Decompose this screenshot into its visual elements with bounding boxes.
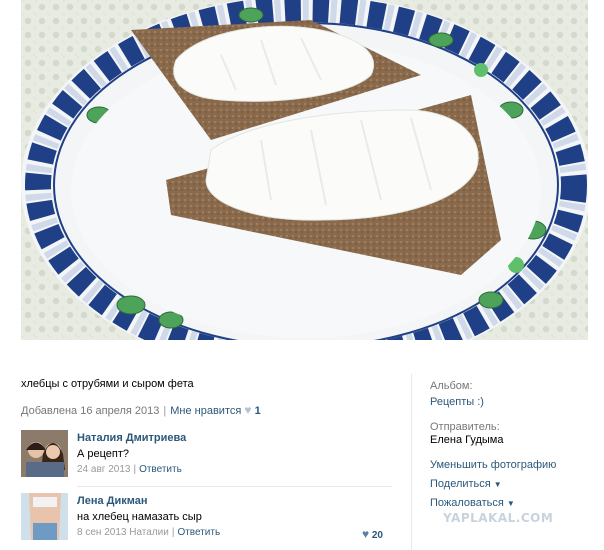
comment-divider: [77, 486, 392, 487]
comment-meta: 8 сен 2013 Наталии | Ответить: [77, 527, 220, 538]
comment: Лена Дикман на хлебец намазать сыр 8 сен…: [21, 493, 391, 543]
photo[interactable]: [21, 0, 588, 340]
avatar-image: [21, 430, 68, 477]
meta-separator: |: [133, 464, 137, 475]
report-menu[interactable]: Пожаловаться ▼: [430, 497, 515, 509]
album-label: Альбом:: [430, 380, 473, 392]
comment-text: А рецепт?: [77, 448, 130, 460]
photo-area: [0, 0, 604, 352]
chevron-down-icon: ▼: [493, 480, 502, 489]
reply-button[interactable]: Ответить: [139, 464, 182, 475]
avatar[interactable]: [21, 430, 68, 477]
comment-like-count: 20: [371, 530, 383, 541]
album-link[interactable]: Рецепты :): [430, 396, 484, 408]
photo-caption: хлебцы с отрубями и сыром фета: [21, 378, 194, 390]
sender-label: Отправитель:: [430, 421, 500, 433]
shrink-photo-link[interactable]: Уменьшить фотографию: [430, 459, 556, 471]
comment-date: 24 авг 2013: [77, 464, 131, 475]
added-date: Добавлена 16 апреля 2013: [21, 405, 160, 417]
sender-name: Елена Гудыма: [430, 434, 504, 446]
share-menu[interactable]: Поделиться ▼: [430, 478, 502, 490]
meta-separator: |: [171, 527, 175, 538]
comment-author[interactable]: Наталия Дмитриева: [77, 432, 186, 444]
like-count: 1: [254, 405, 261, 417]
comment-date: 8 сен 2013 Наталии: [77, 527, 169, 538]
sidebar-divider: [411, 374, 412, 550]
comment-like[interactable]: ♥ 20: [362, 527, 383, 541]
avatar-image: [21, 493, 68, 540]
comment-meta: 24 авг 2013 | Ответить: [77, 464, 182, 475]
chevron-down-icon: ▼: [506, 499, 515, 508]
watermark: YAPLAKAL.COM: [443, 511, 554, 525]
heart-icon[interactable]: ♥: [244, 403, 251, 417]
meta-separator: |: [163, 405, 167, 417]
like-button[interactable]: Мне нравится: [170, 405, 241, 417]
photo-crispbread-image: [21, 0, 588, 340]
comment-author[interactable]: Лена Дикман: [77, 495, 148, 507]
photo-meta: Добавлена 16 апреля 2013 | Мне нравится ♥ …: [21, 403, 261, 417]
comment: Наталия Дмитриева А рецепт? 24 авг 2013 |…: [21, 430, 391, 480]
heart-icon[interactable]: ♥: [362, 527, 369, 541]
avatar[interactable]: [21, 493, 68, 540]
comment-text: на хлебец намазать сыр: [77, 511, 202, 523]
reply-button[interactable]: Ответить: [177, 527, 220, 538]
